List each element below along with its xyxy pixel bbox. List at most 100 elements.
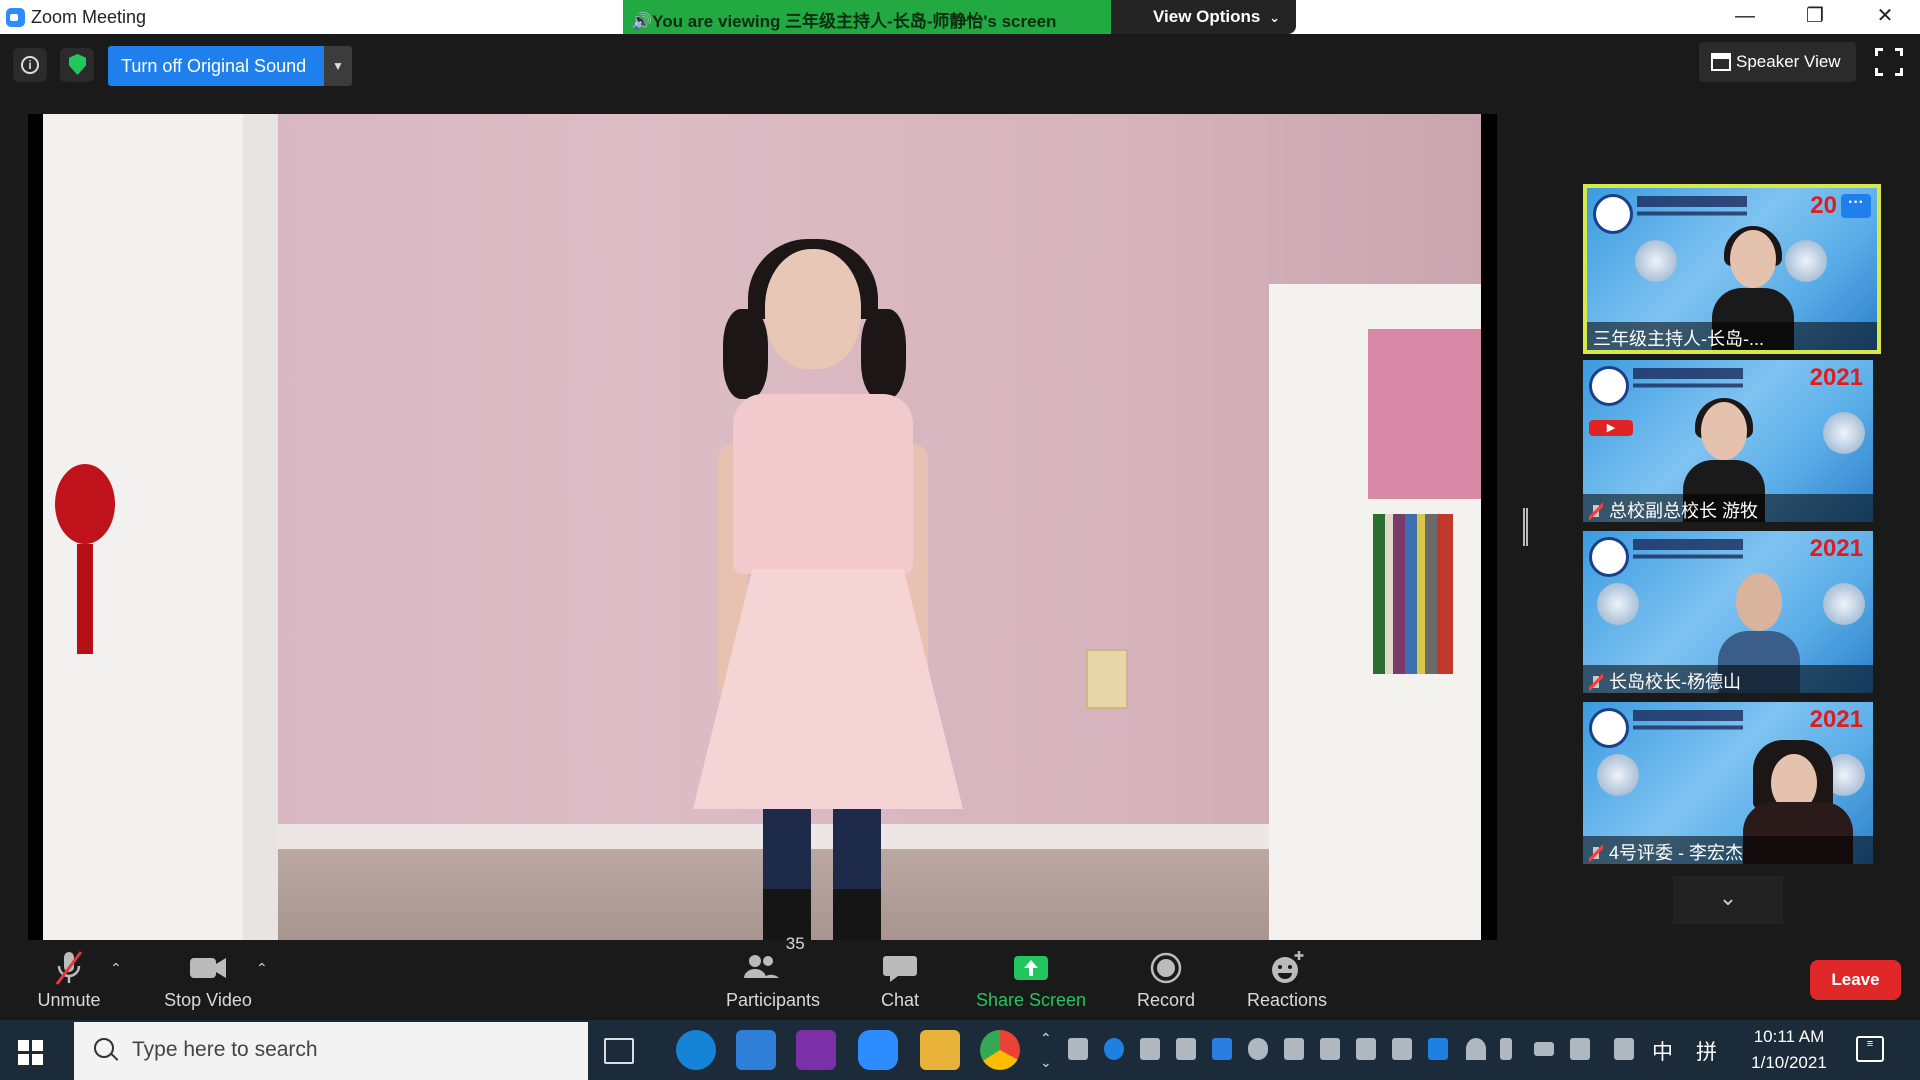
participant-name: 4号评委 - 李宏杰 [1609, 843, 1744, 863]
original-sound-button[interactable]: Turn off Original Sound [108, 46, 324, 86]
participant-name: 三年级主持人-长岛-... [1587, 322, 1877, 350]
banner-year: 20 [1810, 192, 1837, 219]
record-button[interactable]: Record [1130, 948, 1202, 1014]
smiley-icon [1244, 948, 1330, 988]
thumbnail-scroll-down-button[interactable]: ⌄ [1673, 876, 1783, 924]
microphone-tray-icon[interactable] [1500, 1038, 1512, 1060]
thumbnail-participant[interactable]: 2021 长岛校长-杨德山 [1583, 531, 1873, 693]
tray-app-icon[interactable] [1068, 1038, 1088, 1060]
tray-app-icon[interactable] [1284, 1038, 1304, 1060]
windows-start-button[interactable] [18, 1040, 44, 1066]
pen-icon[interactable] [1614, 1038, 1634, 1060]
meeting-info-button[interactable]: i [13, 48, 47, 82]
speaker-view-button[interactable]: Speaker View [1699, 42, 1856, 82]
microphone-icon [1597, 754, 1639, 796]
tray-app-icon[interactable] [1320, 1038, 1340, 1060]
speaker-view-label: Speaker View [1736, 52, 1841, 71]
muted-mic-icon [1589, 502, 1603, 520]
fullscreen-icon [1875, 48, 1883, 56]
more-options-button[interactable]: ··· [1841, 194, 1871, 218]
security-button[interactable] [60, 48, 94, 82]
speaker-icon: 🔊 [631, 12, 653, 31]
microphone-icon [1823, 412, 1865, 454]
tray-app-icon[interactable] [1104, 1038, 1124, 1060]
share-screen-button[interactable]: Share Screen [976, 948, 1086, 1014]
share-screen-label: Share Screen [976, 990, 1087, 1010]
video-camera-icon [158, 948, 258, 988]
file-explorer-icon[interactable] [920, 1030, 960, 1070]
search-icon [94, 1038, 114, 1058]
chat-button[interactable]: Chat [868, 948, 932, 1014]
cheer-badge: ▶ [1589, 420, 1633, 436]
original-sound-dropdown[interactable]: ▼ [324, 46, 352, 86]
task-view-icon[interactable] [604, 1038, 634, 1064]
taskbar-scroll[interactable]: ⌃ ⌄ [1040, 1026, 1052, 1074]
participants-icon [744, 955, 780, 978]
zoom-tray-icon[interactable] [1212, 1038, 1232, 1060]
unmute-label: Unmute [37, 990, 101, 1010]
chevron-down-icon: ⌄ [1718, 885, 1738, 910]
close-button[interactable]: ✕ [1850, 0, 1920, 34]
chat-label: Chat [880, 990, 920, 1010]
mail-icon[interactable] [736, 1030, 776, 1070]
taskbar-search-placeholder: Type here to search [132, 1038, 318, 1061]
unmute-button[interactable]: Unmute [26, 948, 112, 1014]
school-logo-icon [1589, 537, 1629, 577]
share-screen-icon [976, 948, 1086, 988]
view-options-button[interactable]: View Options ⌄ [1111, 0, 1296, 34]
muted-mic-icon [1589, 844, 1603, 862]
thumbnail-participant[interactable]: 20 ··· 三年级主持人-长岛-... [1583, 184, 1881, 354]
grid-icon [1711, 53, 1731, 71]
tray-app-icon[interactable] [1356, 1038, 1376, 1060]
restore-button[interactable]: ❐ [1780, 0, 1850, 34]
chinese-knot [55, 464, 115, 544]
viewing-banner-text: You are viewing 三年级主持人-长岛-师静怡's screen [652, 12, 1057, 31]
zoom-logo-icon [6, 8, 25, 27]
ime-mode[interactable]: 拼 [1696, 1036, 1717, 1066]
thumbnail-participant[interactable]: 2021 4号评委 - 李宏杰 [1583, 702, 1873, 864]
google-drive-icon[interactable] [1176, 1038, 1196, 1060]
viewing-banner: 🔊You are viewing 三年级主持人-长岛-师静怡's screen [623, 0, 1111, 34]
muted-mic-icon [1589, 673, 1603, 691]
windows-logo-icon [18, 1040, 29, 1051]
audio-options-caret[interactable]: ⌃ [110, 960, 122, 977]
school-logo-icon [1589, 708, 1629, 748]
leave-button[interactable]: Leave [1810, 960, 1901, 1000]
wall-outlet [1086, 649, 1128, 709]
shared-video [43, 114, 1481, 940]
fullscreen-button[interactable] [1873, 46, 1905, 78]
volume-icon[interactable] [1570, 1038, 1590, 1060]
school-logo-icon [1593, 194, 1633, 234]
banner-year: 2021 [1809, 535, 1863, 562]
view-options-label: View Options [1153, 7, 1261, 26]
ime-language[interactable]: 中 [1652, 1036, 1673, 1066]
edge-icon[interactable] [676, 1030, 716, 1070]
taskbar-search-box[interactable]: Type here to search [74, 1022, 588, 1080]
taskbar-clock[interactable]: 10:11 AM 1/10/2021 [1733, 1024, 1845, 1076]
onenote-icon[interactable] [796, 1030, 836, 1070]
participants-button[interactable]: 35 Participants [720, 934, 826, 1014]
wifi-icon[interactable] [1466, 1038, 1486, 1060]
reactions-button[interactable]: Reactions [1244, 948, 1330, 1014]
tray-app-icon[interactable] [1140, 1038, 1160, 1060]
speaker-person [765, 249, 861, 369]
chrome-icon[interactable] [980, 1030, 1020, 1070]
zoom-app-icon[interactable] [858, 1030, 898, 1070]
record-icon [1130, 948, 1202, 988]
video-options-caret[interactable]: ⌃ [256, 960, 268, 977]
bluetooth-icon[interactable] [1428, 1038, 1448, 1060]
info-icon: i [21, 56, 39, 74]
window-title: Zoom Meeting [31, 7, 147, 27]
panel-resize-handle[interactable] [1523, 508, 1528, 546]
minimize-button[interactable]: — [1710, 0, 1780, 34]
thumbnail-participant[interactable]: 2021 ▶ 总校副总校长 游牧 [1583, 360, 1873, 522]
microphone-icon [1635, 240, 1677, 282]
battery-icon[interactable] [1534, 1042, 1554, 1056]
muted-mic-icon [26, 948, 112, 988]
stop-video-button[interactable]: Stop Video [158, 948, 258, 1014]
chat-icon [868, 948, 932, 988]
onedrive-icon[interactable] [1248, 1038, 1268, 1060]
security-shield-icon[interactable] [1392, 1038, 1412, 1060]
notification-center-icon[interactable]: ≡ [1856, 1036, 1884, 1062]
meeting-controls-bar [0, 940, 1920, 1020]
